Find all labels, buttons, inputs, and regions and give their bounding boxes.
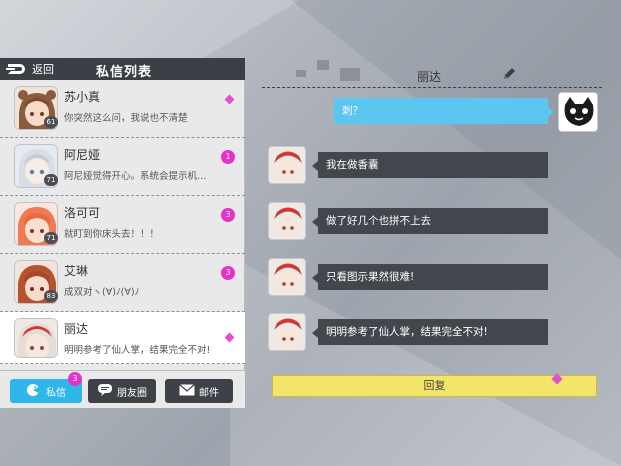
decorative-square bbox=[340, 68, 360, 81]
reply-button[interactable]: 回复 bbox=[272, 375, 597, 397]
chat-header: 丽达 bbox=[262, 60, 602, 88]
contact-avatar bbox=[268, 313, 306, 351]
back-logo-icon bbox=[6, 63, 28, 75]
mail-icon bbox=[179, 383, 195, 399]
contact-name: 丽达 bbox=[64, 322, 89, 336]
chat-title: 丽达 bbox=[417, 70, 442, 84]
tab-mail-label: 邮件 bbox=[199, 387, 219, 399]
unread-count-badge: 1 bbox=[221, 150, 235, 164]
contact-item-luokeke[interactable]: 71 洛可可 就盯到你床头去！！！ 3 bbox=[0, 196, 245, 254]
unread-diamond-icon bbox=[224, 94, 235, 105]
incoming-message-bubble: 做了好几个也拼不上去 bbox=[312, 208, 548, 234]
bottom-tab-bar: 私信 朋友圈 邮件 bbox=[0, 370, 245, 408]
contact-last-message: 明明参考了仙人掌，结果完全不对! bbox=[64, 345, 211, 356]
back-button[interactable]: 返回 bbox=[6, 60, 54, 78]
contact-avatar bbox=[268, 202, 306, 240]
avatar bbox=[14, 318, 58, 358]
decorative-square bbox=[317, 60, 329, 70]
level-badge: 61 bbox=[44, 116, 58, 128]
unread-count-badge: 3 bbox=[221, 208, 235, 222]
incoming-message-row: 做了好几个也拼不上去 bbox=[262, 202, 562, 246]
contact-item-suxiaozhen[interactable]: 61 苏小真 你突然这么问，我说也不清楚 bbox=[0, 80, 245, 138]
outgoing-message-bubble: 刺？ bbox=[334, 98, 554, 124]
contact-item-lida[interactable]: 丽达 明明参考了仙人掌，结果完全不对! bbox=[0, 312, 245, 364]
back-label: 返回 bbox=[32, 63, 54, 76]
player-avatar bbox=[558, 92, 598, 132]
chat-bubble-icon bbox=[26, 383, 42, 400]
level-badge: 83 bbox=[44, 290, 58, 302]
incoming-message-bubble: 明明参考了仙人掌，结果完全不对! bbox=[312, 319, 548, 345]
contact-name: 洛可可 bbox=[64, 206, 101, 220]
contact-avatar bbox=[268, 146, 306, 184]
contact-last-message: 就盯到你床头去！！！ bbox=[64, 229, 160, 240]
tab-messages-label: 私信 bbox=[46, 387, 66, 399]
page-title: 私信列表 bbox=[96, 65, 153, 80]
unread-count-badge: 3 bbox=[221, 266, 235, 280]
list-header: 返回 私信列表 bbox=[0, 58, 245, 80]
incoming-message-row: 我在做香囊 bbox=[262, 146, 562, 190]
speech-bubble-icon bbox=[97, 383, 113, 400]
incoming-message-row: 明明参考了仙人掌，结果完全不对! bbox=[262, 313, 562, 357]
tab-mail[interactable]: 邮件 bbox=[165, 379, 233, 403]
level-badge: 71 bbox=[44, 174, 58, 186]
selected-diamond-icon bbox=[224, 332, 235, 343]
level-badge: 71 bbox=[44, 232, 58, 244]
messages-unread-badge: 3 bbox=[68, 372, 82, 386]
incoming-message-bubble: 我在做香囊 bbox=[312, 152, 548, 178]
contact-name: 苏小真 bbox=[64, 90, 101, 104]
contact-item-ailin[interactable]: 83 艾琳 成双对ヽ(∀)ﾉ(∀)ﾉ 3 bbox=[0, 254, 245, 312]
contact-last-message: 成双对ヽ(∀)ﾉ(∀)ﾉ bbox=[64, 287, 140, 298]
pencil-icon[interactable] bbox=[502, 66, 516, 80]
tab-moments-label: 朋友圈 bbox=[117, 387, 147, 399]
tab-moments[interactable]: 朋友圈 bbox=[88, 379, 156, 403]
incoming-message-bubble: 只看图示果然很难! bbox=[312, 264, 548, 290]
contact-item-aniya[interactable]: 71 阿尼娅 阿尼娅觉得开心。系统会提示机… 1 bbox=[0, 138, 245, 196]
contact-name: 艾琳 bbox=[64, 264, 89, 278]
contact-last-message: 你突然这么问，我说也不清楚 bbox=[64, 113, 188, 124]
contact-name: 阿尼娅 bbox=[64, 148, 101, 162]
decorative-square bbox=[296, 70, 306, 77]
contact-avatar bbox=[268, 258, 306, 296]
contact-last-message: 阿尼娅觉得开心。系统会提示机… bbox=[64, 171, 207, 182]
incoming-message-row: 只看图示果然很难! bbox=[262, 258, 562, 302]
